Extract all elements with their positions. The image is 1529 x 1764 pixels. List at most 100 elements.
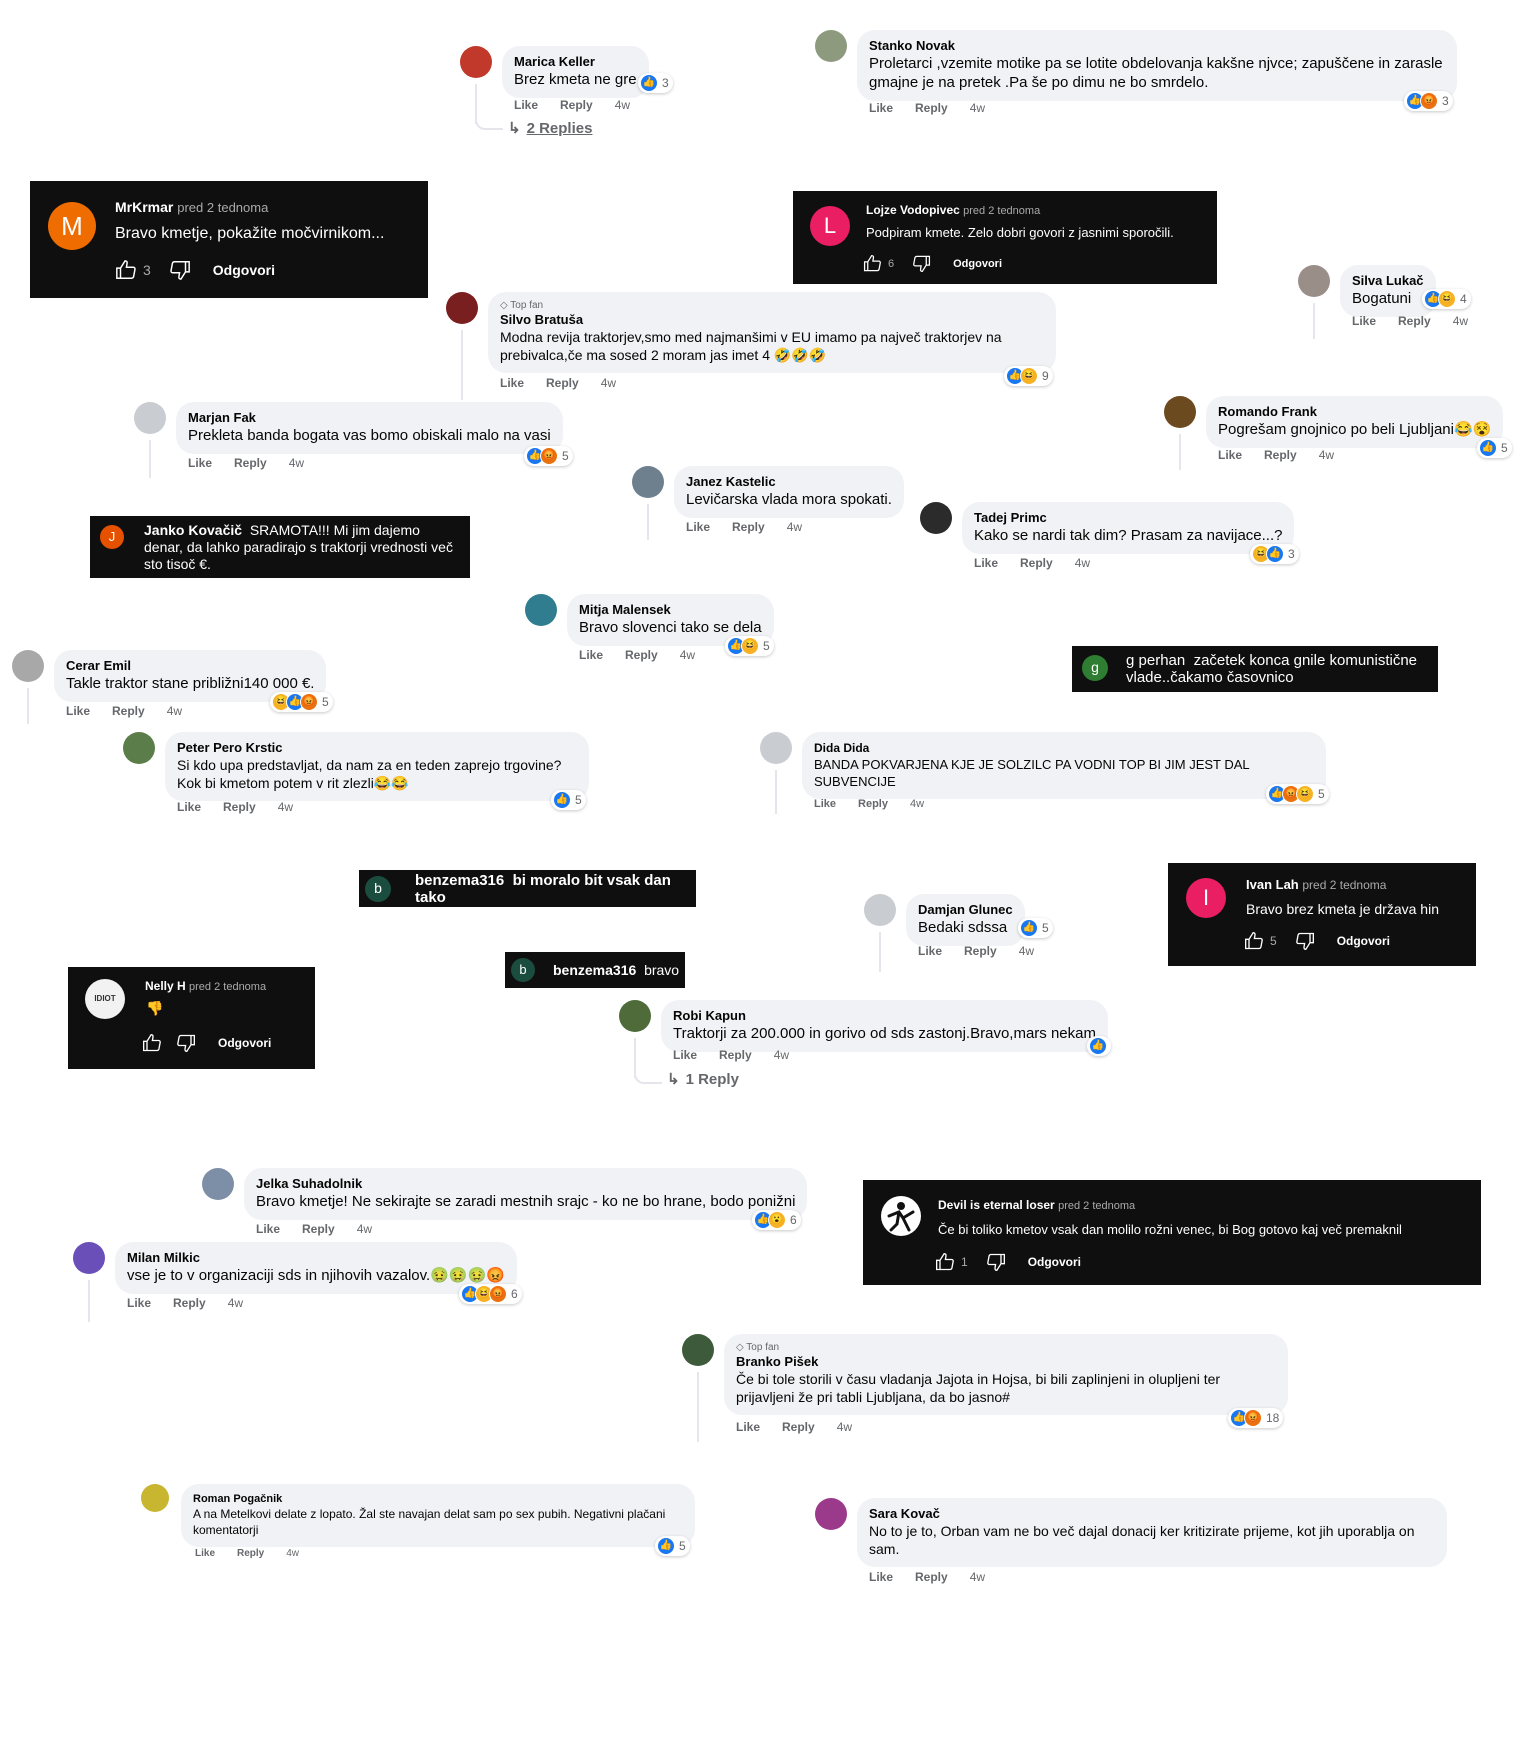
reply-button[interactable]: Odgovori [1028,1255,1081,1269]
commenter-name[interactable]: Nelly H [145,979,186,993]
timestamp[interactable]: 4w [1319,448,1334,462]
thumbs-up-icon[interactable] [935,1252,955,1272]
avatar[interactable] [525,594,557,626]
reaction-summary[interactable]: 👍 😆 9 [1004,366,1053,386]
reply-button[interactable]: Reply [782,1420,815,1434]
avatar[interactable]: b [365,875,391,902]
timestamp[interactable]: 4w [615,98,630,112]
thumbs-up-icon[interactable] [142,1033,162,1053]
timestamp[interactable]: pred 2 tednoma [177,200,268,215]
like-button[interactable]: Like [177,800,201,814]
avatar[interactable] [460,46,492,78]
timestamp[interactable]: 4w [970,1570,985,1584]
reply-button[interactable]: Odgovori [218,1036,271,1050]
avatar[interactable] [815,1498,847,1530]
reply-button[interactable]: Reply [223,800,256,814]
reaction-summary[interactable]: 👍 😆 4 [1422,289,1471,309]
reply-button[interactable]: Reply [234,456,267,470]
timestamp[interactable]: 4w [837,1420,852,1434]
reaction-summary[interactable]: 👍 😡 18 [1228,1408,1284,1428]
like-button[interactable]: Like [974,556,998,570]
reply-button[interactable]: Reply [964,944,997,958]
commenter-name[interactable]: g perhan [1126,652,1185,669]
avatar[interactable] [632,466,664,498]
like-button[interactable]: Like [514,98,538,112]
avatar[interactable] [446,292,478,324]
avatar[interactable] [619,1000,651,1032]
commenter-name[interactable]: benzema316 [553,962,636,978]
timestamp[interactable]: 4w [680,648,695,662]
reply-button[interactable]: Reply [302,1222,335,1236]
thumbs-down-icon[interactable] [912,254,931,273]
commenter-name[interactable]: Janko Kovačič [144,522,242,538]
avatar[interactable]: L [810,206,850,246]
avatar[interactable] [920,502,952,534]
reply-button[interactable]: Reply [915,101,948,115]
avatar[interactable] [760,732,792,764]
reply-button[interactable]: Reply [858,798,888,810]
commenter-name[interactable]: Peter Pero Krstic [177,740,577,756]
reply-button[interactable]: Odgovori [953,258,1002,270]
commenter-name[interactable]: Jelka Suhadolnik [256,1176,795,1192]
like-button[interactable]: Like [579,648,603,662]
avatar[interactable] [123,732,155,764]
reply-button[interactable]: Reply [732,520,765,534]
like-button[interactable]: Like [1218,448,1242,462]
commenter-name[interactable]: Lojze Vodopivec [866,203,960,217]
commenter-name[interactable]: Cerar Emil [66,658,314,674]
commenter-name[interactable]: Marica Keller [514,54,637,70]
commenter-name[interactable]: Roman Pogačnik [193,1492,683,1506]
reaction-summary[interactable]: 👍 😮 6 [752,1210,801,1230]
commenter-name[interactable]: Tadej Primc [974,510,1282,526]
commenter-name[interactable]: Ivan Lah [1246,877,1299,892]
commenter-name[interactable]: Milan Milkic [127,1250,505,1266]
avatar[interactable] [134,402,166,434]
reaction-summary[interactable]: 👍 5 [1477,438,1512,458]
timestamp[interactable]: 4w [1453,314,1468,328]
timestamp[interactable]: 4w [289,456,304,470]
timestamp[interactable]: 4w [286,1548,299,1559]
reply-button[interactable]: Reply [1398,314,1431,328]
like-button[interactable]: Like [814,798,836,810]
reply-button[interactable]: Reply [915,1570,948,1584]
timestamp[interactable]: 4w [910,798,924,810]
reaction-summary[interactable]: 👍 😡 😆 5 [1266,784,1329,804]
commenter-name[interactable]: Sara Kovač [869,1506,1435,1522]
thumbs-up-icon[interactable] [1244,931,1264,951]
like-button[interactable]: Like [869,101,893,115]
thumbs-up-icon[interactable] [115,259,137,281]
avatar[interactable]: I [1186,878,1226,918]
timestamp[interactable]: pred 2 tednoma [1302,878,1386,892]
commenter-name[interactable]: Robi Kapun [673,1008,1096,1024]
reaction-summary[interactable]: 👍 😡 3 [1404,91,1453,111]
timestamp[interactable]: 4w [357,1222,372,1236]
reply-button[interactable]: Reply [237,1548,264,1559]
reply-button[interactable]: Odgovori [213,262,275,278]
avatar[interactable]: J [100,525,124,549]
timestamp[interactable]: 4w [278,800,293,814]
like-button[interactable]: Like [188,456,212,470]
commenter-name[interactable]: Mitja Malensek [579,602,762,618]
like-button[interactable]: Like [195,1548,215,1559]
reaction-summary[interactable]: 👍 😆 5 [725,636,774,656]
avatar[interactable]: b [511,958,535,982]
avatar[interactable]: IDIOT [85,979,125,1019]
thumbs-down-icon[interactable] [176,1033,196,1053]
timestamp[interactable]: 4w [970,101,985,115]
reply-button[interactable]: Reply [112,704,145,718]
timestamp[interactable]: 4w [167,704,182,718]
reply-button[interactable]: Reply [719,1048,752,1062]
commenter-name[interactable]: Romando Frank [1218,404,1491,420]
timestamp[interactable]: pred 2 tednoma [1058,1200,1135,1212]
thumbs-up-icon[interactable] [863,254,882,273]
commenter-name[interactable]: Branko Pišek [736,1354,1276,1370]
reaction-summary[interactable]: 😆 👍 😡 5 [270,692,333,712]
like-button[interactable]: Like [673,1048,697,1062]
avatar[interactable] [1164,396,1196,428]
reply-button[interactable]: Odgovori [1337,934,1390,948]
reaction-summary[interactable]: 👍 😆 😡 6 [459,1284,522,1304]
commenter-name[interactable]: Marjan Fak [188,410,551,426]
timestamp[interactable]: 4w [774,1048,789,1062]
reaction-summary[interactable]: 👍 5 [655,1536,690,1556]
timestamp[interactable]: 4w [787,520,802,534]
